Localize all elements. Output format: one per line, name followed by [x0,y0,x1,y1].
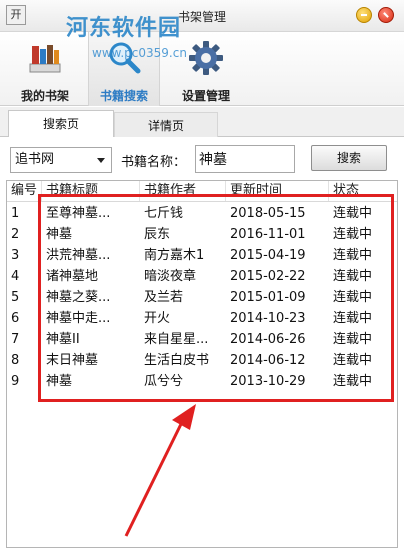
watermark-url: www.pc0359.cn [92,46,187,60]
toolbar-settings[interactable]: 设置管理 [170,32,242,106]
title-bar: 开 书架管理 [0,0,404,32]
toolbar-label: 设置管理 [181,89,230,103]
book-name-input[interactable] [195,145,295,173]
toolbar-book-search[interactable]: 书籍搜索 [88,32,160,106]
main-toolbar: 我的书架 书籍搜索 设置管理 [0,32,404,106]
tab-detail[interactable]: 详情页 [114,112,218,137]
cell-id: 2 [11,227,20,242]
column-header-id[interactable]: 编号 [7,181,42,201]
chevron-down-icon [97,158,105,163]
source-select[interactable]: 追书网 [10,147,112,173]
toolbar-label: 我的书架 [20,89,69,103]
tab-search[interactable]: 搜索页 [8,110,114,138]
cell-id: 8 [11,353,20,368]
cell-id: 7 [11,332,20,347]
highlight-box [38,194,394,402]
toolbar-my-bookshelf[interactable]: 我的书架 [8,32,82,106]
cell-id: 4 [11,269,20,284]
cell-id: 6 [11,311,20,326]
minimize-button[interactable] [356,7,372,23]
bookshelf-icon [29,45,61,73]
toolbar-label: 书籍搜索 [99,89,148,103]
watermark-logo: 河东软件园 [66,15,182,41]
source-select-value: 追书网 [15,152,55,167]
close-icon [383,12,389,18]
cell-id: 3 [11,248,20,263]
book-name-label: 书籍名称： [121,155,187,170]
cell-id: 9 [11,374,20,389]
minimize-icon [361,14,367,16]
close-button[interactable] [378,7,394,23]
cell-id: 1 [11,206,20,221]
page-tabs: 搜索页 详情页 [0,107,404,138]
cell-id: 5 [11,290,20,305]
search-button[interactable]: 搜索 [311,145,387,171]
window-title: 书架管理 [177,10,226,24]
gear-icon [189,41,223,75]
